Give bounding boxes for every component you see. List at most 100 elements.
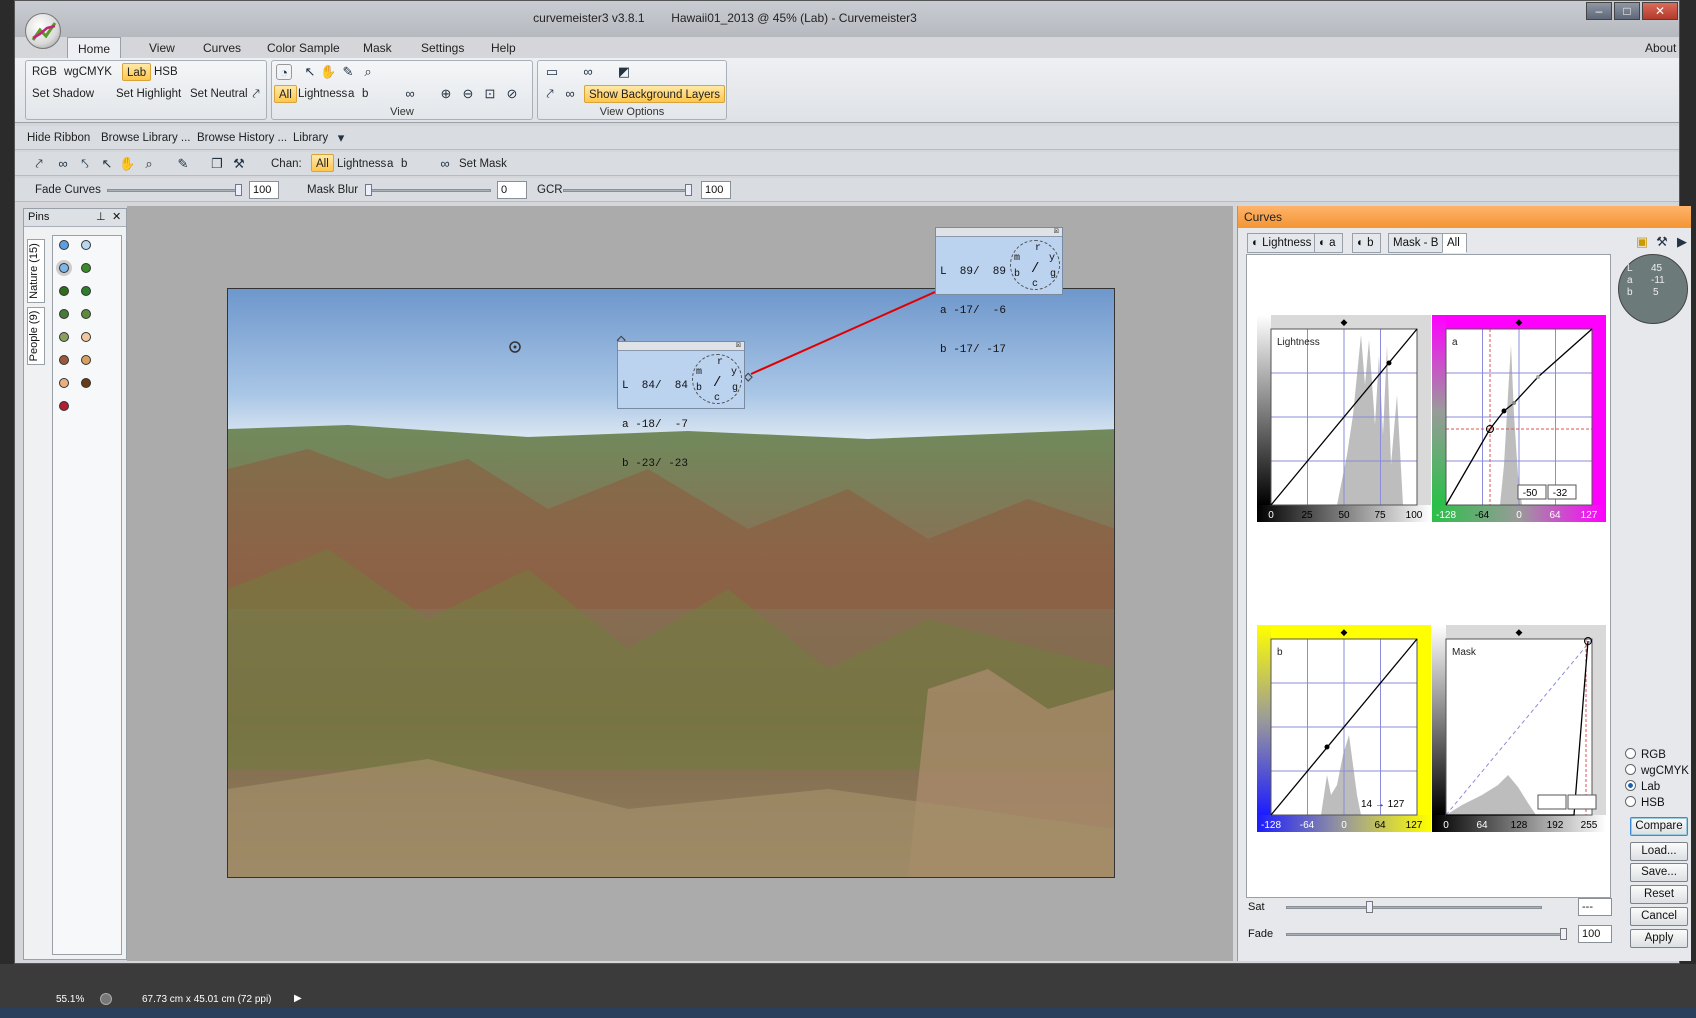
maximize-button[interactable]: □ [1614,2,1640,20]
zoom-actual-icon[interactable]: ⊘ [504,86,520,102]
browse-history-button[interactable]: Browse History ... [193,129,291,147]
mode-lab-radio[interactable]: Lab [1625,780,1660,793]
mode-hsb-button[interactable]: HSB [150,63,182,81]
zoom-fit-icon[interactable]: ⊡ [482,86,498,102]
pin-item[interactable] [81,263,91,273]
set-mask-dropdown[interactable]: Set Mask [455,155,511,173]
graph-icon[interactable]: ◩ [616,64,632,80]
pin-item[interactable] [81,309,91,319]
pin-item[interactable] [59,263,69,273]
tab-mask[interactable]: Mask [353,37,402,59]
tab-color-sample[interactable]: Color Sample [257,37,350,59]
pin-item[interactable] [81,355,91,365]
curve-pen-icon[interactable]: ⤣ [77,156,93,172]
set-neutral-button[interactable]: Set Neutral [186,85,252,103]
browse-library-button[interactable]: Browse Library ... [97,129,194,147]
tab-help[interactable]: Help [481,37,526,59]
chevron-down-icon[interactable]: ▾ [333,130,349,146]
close-icon[interactable]: ✕ [112,210,121,223]
zoom-icon[interactable]: ⌕ [360,64,376,80]
pin-item[interactable] [59,309,69,319]
pin-panel-icon[interactable]: ⊥ [96,210,106,223]
mask-icon[interactable]: ∞ [402,86,418,102]
mask-output-field[interactable] [1567,794,1597,810]
apply-button[interactable]: Apply [1630,929,1688,948]
hide-ribbon-button[interactable]: Hide Ribbon [23,129,94,147]
mode-lab-button[interactable]: Lab [122,63,152,81]
tab-curves[interactable]: Curves [193,37,251,59]
eyedropper-curve-icon[interactable]: ⤤ [248,86,264,102]
tab-people[interactable]: People (9) [27,307,45,365]
layer-icon[interactable]: ▭ [544,64,560,80]
mask-input-field[interactable] [1537,794,1567,810]
set-highlight-button[interactable]: Set Highlight [112,85,185,103]
pin-item[interactable] [81,332,91,342]
pin-item[interactable] [59,378,69,388]
curve-tab-a[interactable]: ◐ a [1314,233,1343,253]
zoom-in-icon[interactable]: ⊕ [438,86,454,102]
close-icon[interactable]: ☒ [1054,226,1059,236]
mode-rgb-radio[interactable]: RGB [1625,748,1666,761]
mask-curve-graph[interactable]: ◆ Mask 0 64 128 192 255 [1432,625,1606,832]
gcr-field[interactable]: 100 [701,181,731,199]
info-icon[interactable] [100,993,112,1005]
library-dropdown[interactable]: Library [289,129,332,147]
chan-lightness-button[interactable]: Lightness [333,155,390,173]
fade-thumb[interactable] [1560,928,1567,940]
chan-b-button[interactable]: b [397,155,411,173]
pin-item[interactable] [59,240,69,250]
sample-readout-1[interactable]: ☒ L 84/ 84 a -18/ -7 b -23/ -23 r y m g … [617,340,745,470]
mode-rgb-button[interactable]: RGB [28,63,61,81]
play-icon[interactable]: ▶ [294,993,302,1004]
curve-tab-mask-b[interactable]: Mask - B [1388,233,1446,253]
pin-icon[interactable]: ⤤ [542,86,558,102]
lightness-curve[interactable]: ◆ Lightness 0 25 50 75 100 [1257,315,1431,522]
hand-icon[interactable]: ✋ [320,64,336,80]
channel-b-button[interactable]: b [358,85,372,103]
sample-readout-2[interactable]: ☒ L 89/ 89 a -17/ -6 b -17/ -17 r y m g … [935,226,1063,356]
folder-icon[interactable]: ▣ [1634,234,1650,250]
compare-button[interactable]: Compare [1630,817,1688,836]
b-curve[interactable]: ◆ b 14 → 127 -128 -64 0 64 127 [1257,625,1431,832]
channel-a-button[interactable]: a [344,85,358,103]
mask-icon[interactable]: ∞ [55,156,71,172]
fade-curves-field[interactable]: 100 [249,181,279,199]
curve-tab-b[interactable]: ◐ b [1352,233,1381,253]
lightness-curve-graph[interactable]: ◆ Lightness 0 25 50 75 100 [1257,315,1431,522]
fade-curves-thumb[interactable] [235,184,242,196]
set-shadow-button[interactable]: Set Shadow [28,85,98,103]
wrench-icon[interactable]: ⚒ [231,156,247,172]
readout-titlebar[interactable] [618,342,744,351]
close-button[interactable]: ✕ [1642,2,1678,20]
pointer-icon[interactable]: ↖ [99,156,115,172]
tab-view[interactable]: View [139,37,185,59]
a-curve-graph[interactable]: ◆ a -50 -32 -128 -64 0 64 127 [1432,315,1606,522]
save-button[interactable]: Save... [1630,863,1688,882]
copy-icon[interactable]: ❐ [209,156,225,172]
zoom-icon[interactable]: ⌕ [141,156,157,172]
gcr-thumb[interactable] [685,184,692,196]
wrench-icon[interactable]: ⚒ [1654,234,1670,250]
pin-item[interactable] [59,355,69,365]
mask-blur-thumb[interactable] [365,184,372,196]
sat-slider[interactable] [1286,906,1542,909]
mask-overlay-icon[interactable]: ∞ [580,64,596,80]
zoom-out-icon[interactable]: ⊖ [460,86,476,102]
a-curve[interactable]: ◆ a -50 -32 -128 -64 0 64 127 [1432,315,1606,522]
tab-settings[interactable]: Settings [411,37,474,59]
eyedropper-icon[interactable]: ✎ [175,156,191,172]
eyedropper-icon[interactable]: ✎ [340,64,356,80]
load-button[interactable]: Load... [1630,842,1688,861]
pin-item[interactable] [59,332,69,342]
fade-curves-slider[interactable] [107,189,237,192]
pin-item[interactable] [59,401,69,411]
about-link[interactable]: About [1635,37,1686,59]
minimize-button[interactable]: – [1586,2,1612,20]
hand-icon[interactable]: ✋ [119,156,135,172]
curve-tab-all[interactable]: All [1442,233,1467,253]
b-curve-graph[interactable]: ◆ b 14 → 127 -128 -64 0 64 127 [1257,625,1431,832]
sat-field[interactable]: --- [1578,898,1612,916]
mode-wgcmyk-radio[interactable]: wgCMYK [1625,764,1689,777]
mask-blur-field[interactable]: 0 [497,181,527,199]
play-icon[interactable]: ▶ [1674,234,1690,250]
